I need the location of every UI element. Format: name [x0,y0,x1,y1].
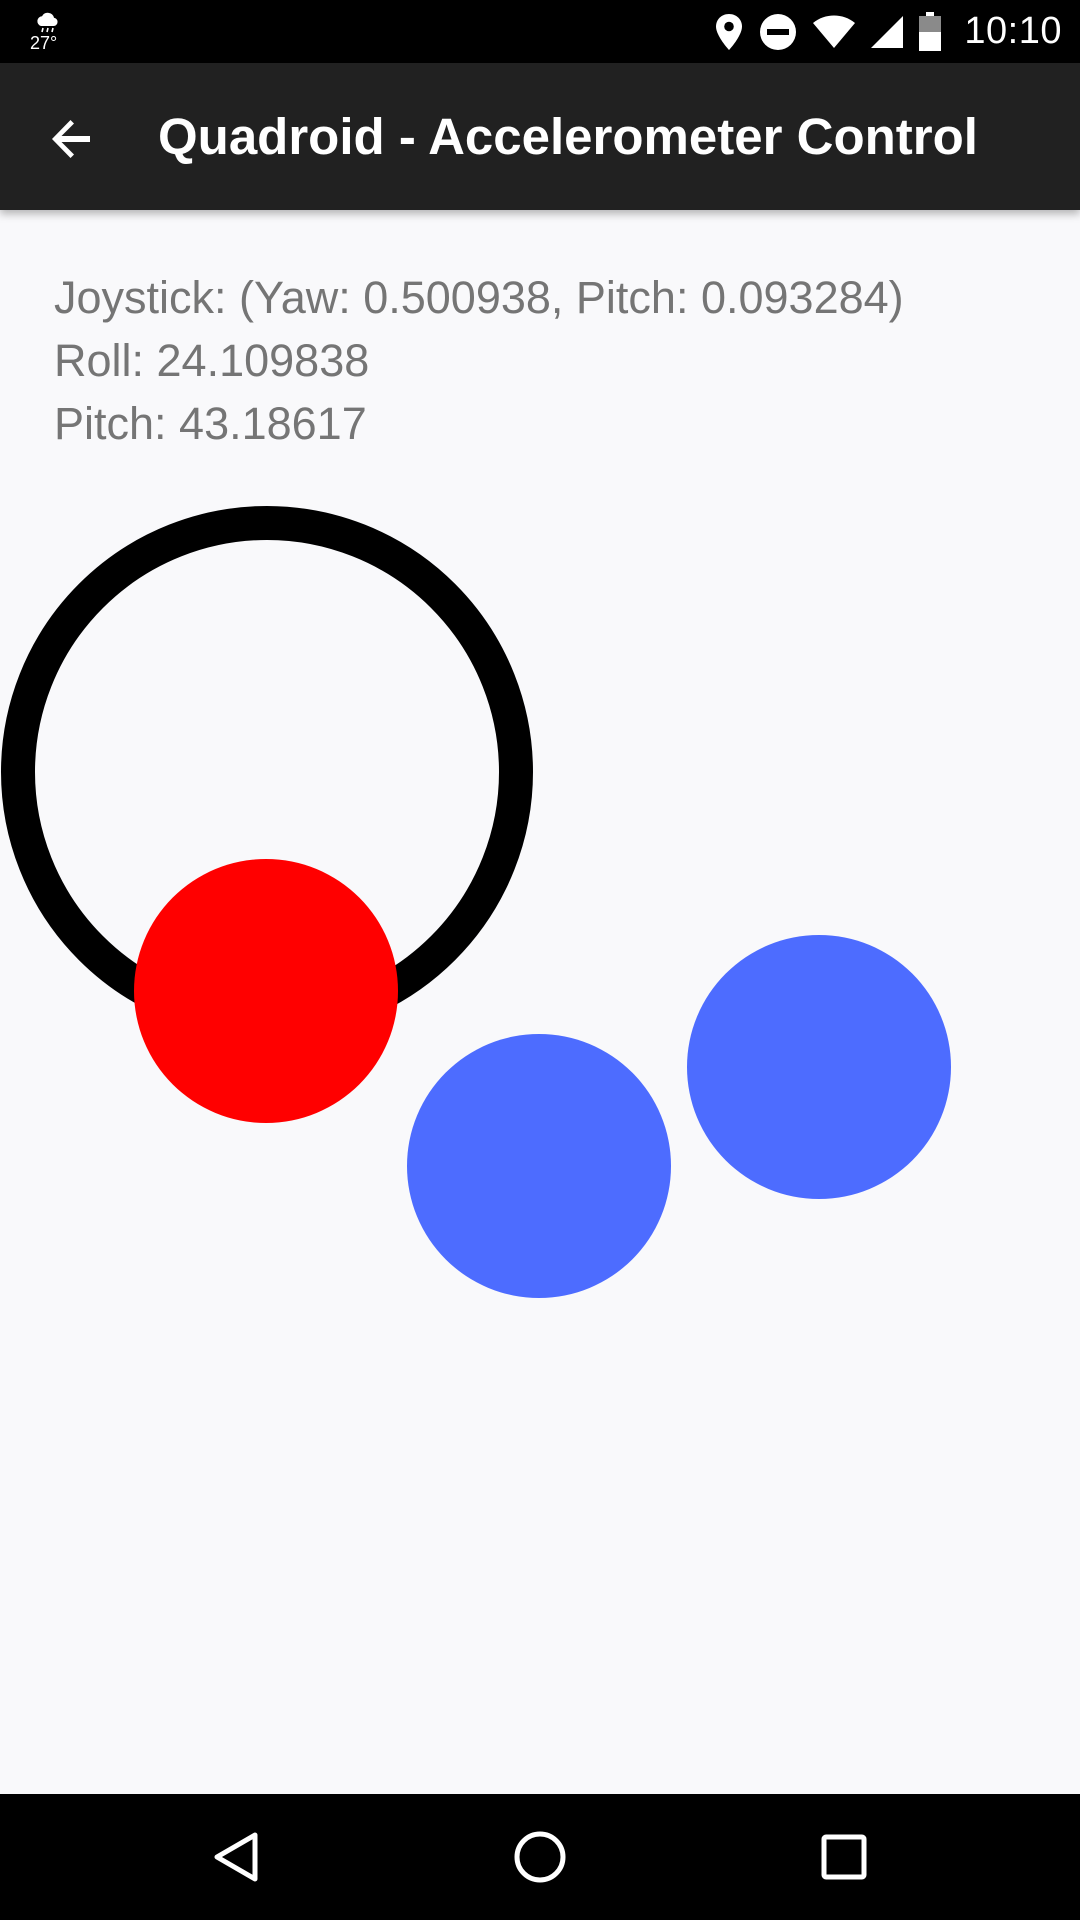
joystick-thumb[interactable] [134,859,398,1123]
app-bar: Quadroid - Accelerometer Control [0,63,1080,210]
home-circle-icon [514,1831,566,1883]
nav-home-button[interactable] [490,1812,590,1902]
navigation-bar [0,1794,1080,1920]
status-icons: 10:10 [714,0,1062,63]
status-bar: 27° 10:10 [0,0,1080,63]
back-button[interactable] [28,95,116,183]
blue-indicator-right [687,935,951,1199]
location-pin-icon [716,13,743,50]
back-triangle-icon [214,1832,258,1882]
control-area [1,506,951,1298]
cloud-icon [37,12,58,33]
blue-indicator-left [407,1034,671,1298]
do-not-disturb-icon [760,13,797,50]
roll-readout: Roll: 24.109838 [54,335,370,386]
battery-icon [919,11,942,51]
cell-signal-icon [871,15,904,48]
nav-recents-button[interactable] [794,1812,894,1902]
pitch-readout: Pitch: 43.18617 [54,398,367,449]
wifi-icon [813,15,856,48]
joystick-readout: Joystick: (Yaw: 0.500938, Pitch: 0.09328… [54,272,904,323]
telemetry-readout: Joystick: (Yaw: 0.500938, Pitch: 0.09328… [54,266,904,455]
status-clock: 10:10 [964,10,1062,52]
arrow-back-icon [52,120,90,158]
recents-square-icon [821,1834,867,1880]
nav-back-button[interactable] [186,1812,286,1902]
weather-temperature: 27° [30,33,58,53]
weather-widget: 27° [28,10,68,54]
page-title: Quadroid - Accelerometer Control [158,108,978,165]
